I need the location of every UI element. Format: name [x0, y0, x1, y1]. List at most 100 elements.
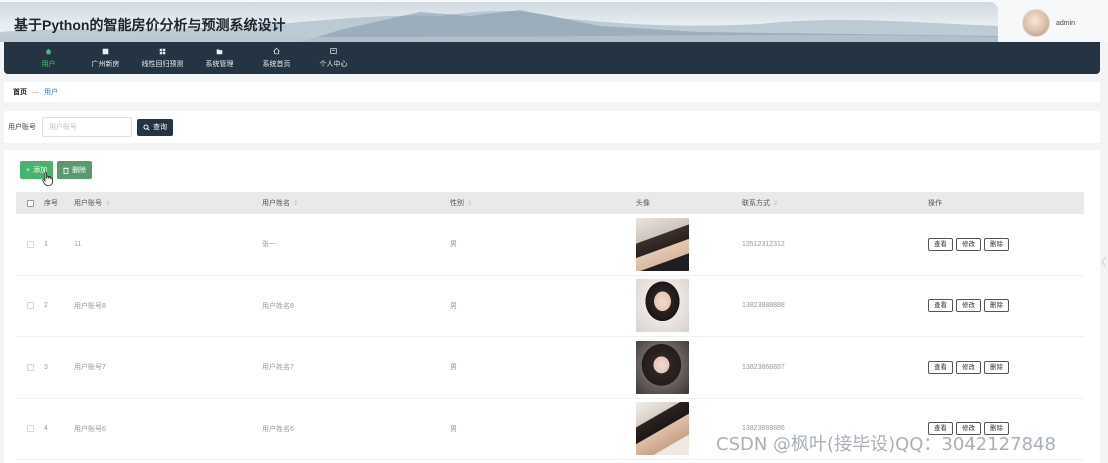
users-table: 序号 用户账号 ⇕ 用户姓名 ⇕ 性别 ⇕ 头像 联系方式 ⇕ 操作 1 11 张一 男…	[16, 192, 1084, 460]
cell-name: 用户姓名7	[262, 364, 294, 372]
nav-item-users[interactable]: 用户	[20, 42, 77, 74]
nav-item-label: 个人中心	[319, 60, 348, 68]
view-button[interactable]: 查看	[928, 360, 953, 374]
cell-name: 用户姓名6	[262, 425, 294, 433]
table-row: 1 11 张一 男 13512312312 查看 修改 删除	[16, 214, 1084, 276]
cell-name: 用户姓名8	[262, 302, 294, 310]
search-bar: 用户账号 查询	[4, 111, 1100, 143]
cell-sex: 男	[450, 425, 457, 433]
cell-phone: 13823888888	[742, 302, 785, 310]
breadcrumb-current: 用户	[44, 89, 58, 96]
breadcrumb: 首页 — 用户	[4, 82, 1100, 102]
row-checkbox[interactable]	[26, 240, 34, 248]
nav-item-label: 系统管理	[205, 60, 234, 68]
watermark: CSDN @枫叶(接毕设)QQ：3042127848	[716, 434, 1056, 455]
trash-icon	[63, 167, 69, 174]
site-title: 基于Python的智能房价分析与预测系统设计	[14, 17, 286, 33]
breadcrumb-separator: —	[32, 88, 39, 96]
header-ops: 操作	[928, 200, 942, 207]
cell-phone: 13512312312	[742, 240, 785, 248]
grid-icon	[102, 48, 109, 55]
select-all-checkbox[interactable]	[26, 199, 34, 207]
table-header: 序号 用户账号 ⇕ 用户姓名 ⇕ 性别 ⇕ 头像 联系方式 ⇕ 操作	[16, 192, 1084, 214]
nav-item-label: 系统首页	[262, 60, 291, 68]
header-name-label: 用户姓名	[262, 200, 290, 207]
folder-icon	[216, 48, 223, 55]
header-account-label: 用户账号	[74, 200, 102, 207]
search-button[interactable]: 查询	[137, 118, 173, 136]
delete-button-label: 删除	[72, 167, 87, 174]
edit-button[interactable]: 修改	[956, 237, 981, 251]
cell-sex: 男	[450, 364, 457, 372]
nav-item-label: 用户	[41, 60, 56, 68]
view-button[interactable]: 查看	[928, 299, 953, 313]
user-photo	[636, 340, 689, 394]
main-nav: 用户 广州新房 线性回归预测 系统管理 系统首页 个人中心	[4, 42, 1100, 74]
nav-item-label: 广州新房	[91, 60, 120, 68]
cell-phone: 13823868887	[742, 363, 785, 371]
sort-icon[interactable]: ⇕	[467, 201, 472, 207]
view-button[interactable]: 查看	[928, 237, 953, 251]
nav-item-label: 线性回归预测	[141, 60, 184, 68]
cell-account: 用户账号8	[74, 302, 106, 310]
sort-icon[interactable]: ⇕	[293, 201, 298, 207]
nav-item-personal-center[interactable]: 个人中心	[305, 42, 362, 74]
plus-icon: +	[26, 166, 31, 174]
header-phone[interactable]: 联系方式 ⇕	[742, 198, 928, 208]
edit-button[interactable]: 修改	[956, 299, 981, 313]
delete-button[interactable]: 删除	[984, 360, 1009, 374]
row-checkbox[interactable]	[26, 363, 34, 371]
edit-button[interactable]: 修改	[956, 360, 981, 374]
cell-index: 4	[44, 425, 48, 433]
sort-icon[interactable]: ⇕	[105, 201, 110, 207]
header-avatar: 头像	[636, 200, 650, 207]
delete-button[interactable]: 删除	[984, 299, 1009, 313]
header-sex-label: 性别	[450, 200, 464, 207]
house-icon	[273, 47, 280, 55]
cell-account: 用户账号7	[74, 364, 106, 372]
cell-sex: 男	[450, 241, 457, 249]
search-icon	[143, 123, 150, 131]
nav-item-system-management[interactable]: 系统管理	[191, 42, 248, 74]
cell-account: 11	[74, 240, 82, 248]
sort-icon[interactable]: ⇕	[773, 201, 778, 207]
nav-item-system-home[interactable]: 系统首页	[248, 42, 305, 74]
chevron-left-icon[interactable]	[1100, 255, 1108, 269]
content-card: + 添加 删除 序号 用户账号 ⇕ 用户姓名 ⇕ 性别 ⇕ 头像 联系方式 ⇕ 操作 1…	[4, 150, 1100, 463]
header-sex[interactable]: 性别 ⇕	[450, 198, 636, 208]
nav-item-guangzhou-new-homes[interactable]: 广州新房	[77, 42, 134, 74]
cell-name: 张一	[262, 241, 276, 249]
profile-icon	[330, 48, 337, 55]
search-label: 用户账号	[8, 124, 36, 131]
row-checkbox[interactable]	[26, 425, 34, 433]
table-row: 2 用户账号8 用户姓名8 男 13823888888 查看 修改 删除	[16, 276, 1084, 337]
home-icon	[45, 48, 52, 55]
user-avatar[interactable]	[1022, 9, 1050, 37]
search-input[interactable]	[42, 117, 132, 137]
row-checkbox[interactable]	[26, 302, 34, 310]
cell-account: 用户账号6	[74, 425, 106, 433]
header: 基于Python的智能房价分析与预测系统设计 admin	[0, 0, 1108, 42]
username[interactable]: admin	[1056, 20, 1075, 27]
user-area[interactable]: admin	[1022, 9, 1075, 37]
header-phone-label: 联系方式	[742, 200, 770, 207]
header-name[interactable]: 用户姓名 ⇕	[262, 198, 450, 208]
user-photo	[636, 217, 689, 271]
search-button-label: 查询	[153, 124, 167, 131]
header-banner: 基于Python的智能房价分析与预测系统设计	[0, 2, 998, 42]
user-photo	[636, 279, 689, 333]
header-account[interactable]: 用户账号 ⇕	[74, 198, 262, 208]
hand-cursor-icon	[42, 172, 53, 186]
cell-sex: 男	[450, 302, 457, 310]
breadcrumb-home[interactable]: 首页	[13, 87, 27, 97]
user-photo	[636, 402, 689, 456]
cell-index: 2	[44, 302, 48, 310]
batch-delete-button[interactable]: 删除	[57, 161, 93, 179]
delete-button[interactable]: 删除	[984, 237, 1009, 251]
cell-index: 1	[44, 240, 48, 248]
cell-index: 3	[44, 363, 48, 371]
header-index: 序号	[44, 200, 58, 207]
nav-item-linear-regression[interactable]: 线性回归预测	[134, 42, 191, 74]
apps-icon	[159, 48, 166, 55]
table-actions: + 添加 删除	[20, 161, 93, 179]
